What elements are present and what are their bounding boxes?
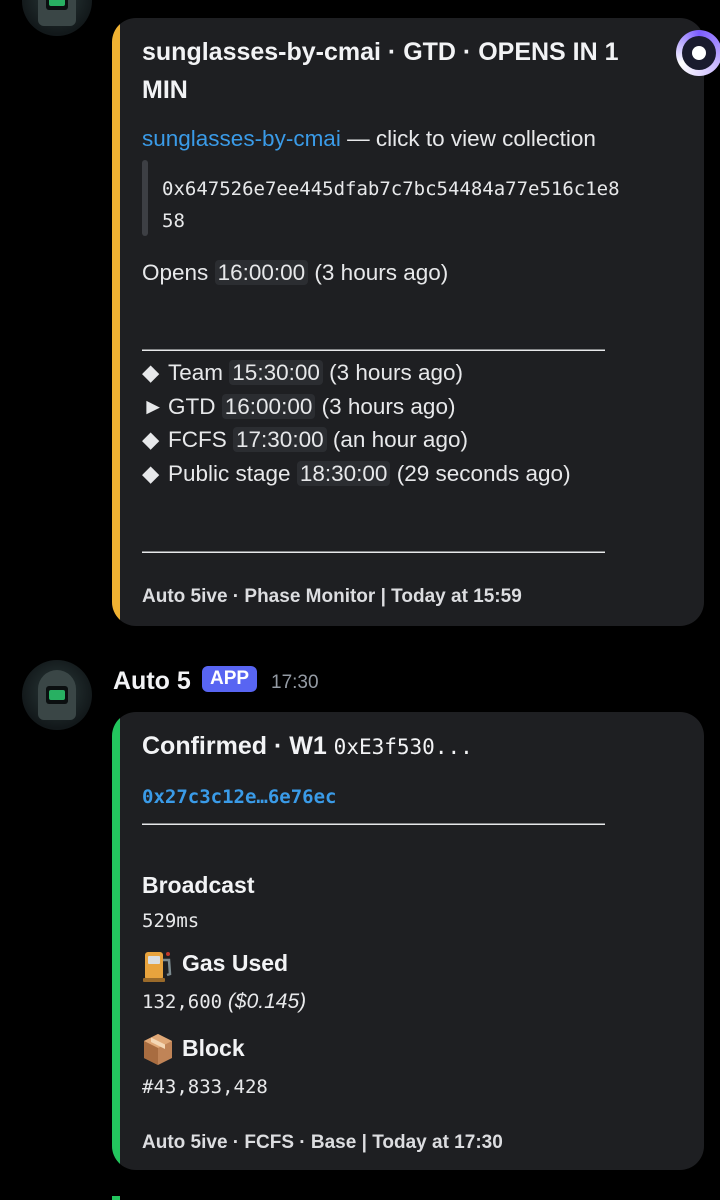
collection-link[interactable]: sunglasses-by-cmai xyxy=(142,126,341,151)
divider-top: —————————————————————— xyxy=(142,336,605,361)
gas-used-usd: ($0.145) xyxy=(227,990,307,1013)
avatar-top[interactable] xyxy=(22,0,92,36)
embed-accent-bar xyxy=(112,18,120,626)
phase-monitor-embed: sunglasses-by-cmai · GTD · OPENS IN 1 MI… xyxy=(112,18,704,626)
phase-name: Team xyxy=(168,360,224,385)
broadcast-label: Broadcast xyxy=(142,872,255,898)
opens-relative: (3 hours ago) xyxy=(314,260,449,285)
phase-name: GTD xyxy=(168,394,216,419)
phase-time: 15:30:00 xyxy=(229,360,323,385)
embed-title-text: Confirmed · W1 xyxy=(142,732,327,760)
embed-footer: Auto 5ive · FCFS · Base | Today at 17:30 xyxy=(142,1132,503,1153)
phase-time: 17:30:00 xyxy=(233,427,327,452)
contract-address-continued: 58 xyxy=(162,210,185,232)
confirmation-embed: Confirmed · W1 0xE3f530... 0x27c3c12e…6e… xyxy=(112,712,704,1170)
author-avatar[interactable] xyxy=(22,660,92,730)
fuel-pump-icon xyxy=(142,948,174,982)
phase-relative: (an hour ago) xyxy=(332,427,468,452)
app-badge: APP xyxy=(202,666,258,692)
opens-line: Opens 16:00:00 (3 hours ago) xyxy=(142,260,448,286)
embed-accent-bar xyxy=(112,712,120,1170)
collection-link-suffix: — click to view collection xyxy=(347,126,596,151)
floating-bubble-button[interactable] xyxy=(676,30,720,76)
divider: —————————————————————— xyxy=(142,810,605,835)
address-quote-bar xyxy=(142,160,148,236)
diamond-icon: ◆ xyxy=(142,461,160,486)
phase-relative: (3 hours ago) xyxy=(321,394,456,419)
collection-line: sunglasses-by-cmai — click to view colle… xyxy=(142,126,596,152)
next-embed-accent xyxy=(112,1196,120,1200)
author-name[interactable]: Auto 5 xyxy=(113,667,191,696)
package-icon xyxy=(142,1032,174,1066)
gas-used-line: 132,600 ($0.145) xyxy=(142,990,306,1014)
embed-title: Confirmed · W1 0xE3f530... xyxy=(142,732,473,761)
phase-time: 18:30:00 xyxy=(296,461,391,486)
wallet-address: 0xE3f530... xyxy=(333,735,473,759)
phase-row: ► GTD 16:00:00 (3 hours ago) xyxy=(142,394,455,420)
gas-used-label: Gas Used xyxy=(182,950,289,976)
tx-hash-link[interactable]: 0x27c3c12e…6e76ec xyxy=(142,786,336,808)
embed-title-continued: MIN xyxy=(142,76,188,104)
block-label: Block xyxy=(182,1035,245,1061)
phase-relative: (3 hours ago) xyxy=(329,360,463,385)
divider-bottom: —————————————————————— xyxy=(142,538,605,563)
opens-time: 16:00:00 xyxy=(214,260,309,285)
gas-used-value: 132,600 xyxy=(142,991,223,1013)
broadcast-value: 529ms xyxy=(142,910,200,932)
phase-relative: (29 seconds ago) xyxy=(396,461,571,486)
phase-name: Public stage xyxy=(168,461,291,486)
embed-footer: Auto 5ive · Phase Monitor | Today at 15:… xyxy=(142,586,522,607)
block-value: #43,833,428 xyxy=(142,1076,268,1098)
contract-address: 0x647526e7ee445dfab7c7bc54484a77e516c1e8 xyxy=(162,178,620,200)
phase-row: ◆ FCFS 17:30:00 (an hour ago) xyxy=(142,427,468,453)
message-timestamp: 17:30 xyxy=(271,672,319,693)
diamond-icon: ◆ xyxy=(142,360,160,385)
phase-row: ◆ Public stage 18:30:00 (29 seconds ago) xyxy=(142,461,571,487)
embed-title: sunglasses-by-cmai · GTD · OPENS IN 1 xyxy=(142,38,619,66)
phase-name: FCFS xyxy=(168,427,227,452)
diamond-icon: ◆ xyxy=(142,427,160,452)
phase-time: 16:00:00 xyxy=(221,394,316,419)
phase-row: ◆ Team 15:30:00 (3 hours ago) xyxy=(142,360,463,386)
opens-label: Opens xyxy=(142,260,209,285)
play-arrow-icon: ► xyxy=(142,394,165,419)
